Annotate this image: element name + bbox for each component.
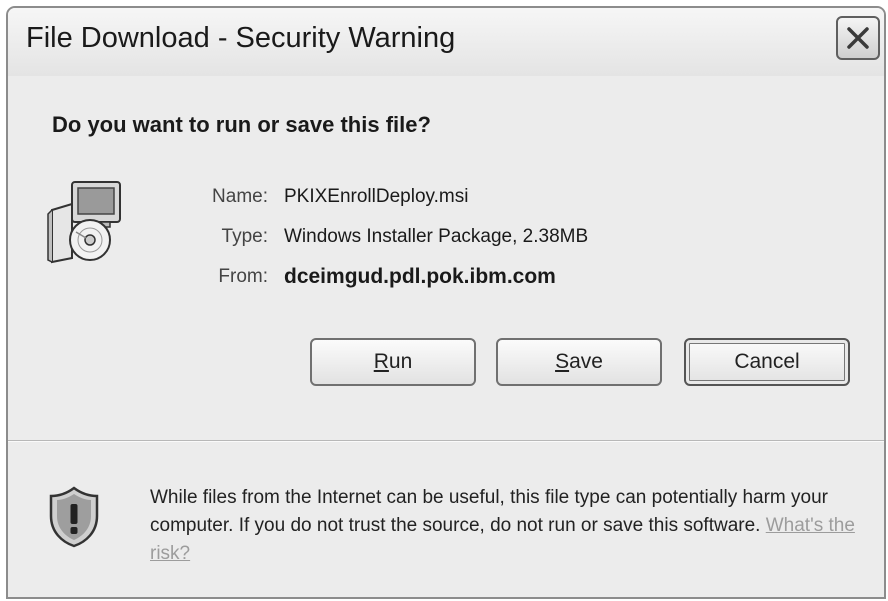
title-bar[interactable]: File Download - Security Warning [8, 8, 884, 76]
from-label: From: [218, 266, 268, 287]
run-label: un [388, 350, 413, 373]
security-warning-text: While files from the Internet can be use… [150, 484, 870, 568]
run-button[interactable]: Run [310, 338, 476, 386]
cancel-button[interactable]: Cancel [684, 338, 850, 386]
shield-warning-icon [48, 486, 100, 553]
save-label: ave [569, 350, 603, 373]
close-icon [847, 27, 869, 49]
name-value: PKIXEnrollDeploy.msi [284, 186, 469, 207]
file-download-dialog: File Download - Security Warning Do you … [6, 6, 886, 599]
save-mnemonic: S [555, 350, 570, 373]
save-button[interactable]: Save [496, 338, 662, 386]
from-value: dceimgud.pdl.pok.ibm.com [284, 265, 556, 288]
type-label: Type: [221, 226, 268, 247]
name-label: Name: [212, 186, 268, 207]
section-divider [8, 440, 884, 442]
close-button[interactable] [836, 16, 880, 60]
cancel-label: Cancel [734, 350, 800, 373]
type-value: Windows Installer Package, 2.38MB [284, 226, 589, 247]
question-heading: Do you want to run or save this file? [52, 112, 431, 137]
installer-package-icon [46, 180, 126, 269]
warning-message: While files from the Internet can be use… [150, 487, 828, 536]
run-mnemonic: R [373, 350, 389, 373]
window-title: File Download - Security Warning [26, 22, 456, 54]
